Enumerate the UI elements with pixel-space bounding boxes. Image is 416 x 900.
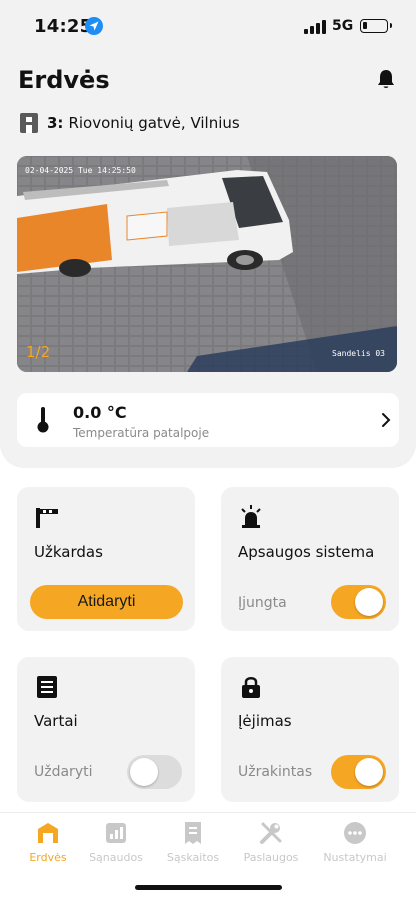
alarm-state: Įjungta: [238, 595, 287, 611]
tab-usage[interactable]: Sąnaudos: [74, 821, 158, 864]
barrier-name: Užkardas: [34, 543, 103, 561]
tab-label: Paslaugos: [243, 851, 299, 864]
thermometer-icon: [37, 407, 49, 433]
alarm-card: Apsaugos sistema Įjungta: [221, 487, 399, 631]
gate-toggle[interactable]: [127, 755, 182, 789]
tab-settings[interactable]: Nustatymai: [313, 821, 397, 864]
camera-timestamp: 02-04-2025 Tue 14:25:50: [25, 166, 136, 175]
tab-label: Sąnaudos: [89, 851, 143, 864]
camera-feed[interactable]: 02-04-2025 Tue 14:25:50 Sandelis 03 1/2: [17, 156, 397, 372]
bar-chart-icon: [106, 823, 126, 843]
tab-label: Erdvės: [29, 851, 67, 864]
page-title: Erdvės: [18, 66, 110, 94]
more-icon: [344, 822, 366, 844]
chevron-right-icon: [382, 413, 391, 427]
tab-label: Sąskaitos: [166, 851, 220, 864]
entry-state: Užrakintas: [238, 764, 313, 780]
site-number: 3:: [47, 114, 64, 132]
open-barrier-button[interactable]: Atidaryti: [30, 585, 183, 619]
gate-card: Vartai Uždaryti: [17, 657, 195, 802]
barrier-icon: [36, 508, 58, 528]
battery-icon: [360, 19, 392, 33]
building-icon: [20, 113, 38, 133]
entry-name: Įėjimas: [238, 712, 292, 730]
location-arrow-icon: [85, 17, 103, 35]
tab-invoices[interactable]: Sąskaitos: [151, 821, 235, 864]
barrier-card: Užkardas Atidaryti: [17, 487, 195, 631]
site-selector[interactable]: 3: Riovonių gatvė, Vilnius: [20, 112, 240, 134]
status-time: 14:25: [34, 16, 93, 37]
tab-label: Nustatymai: [323, 851, 387, 864]
garage-icon: [38, 823, 58, 843]
alarm-toggle[interactable]: [331, 585, 386, 619]
temperature-row[interactable]: 0.0 °C Temperatūra patalpoje: [17, 393, 399, 447]
temperature-value: 0.0 °C: [73, 403, 127, 422]
alarm-name: Apsaugos sistema: [238, 543, 375, 561]
siren-icon: [241, 505, 261, 528]
network-type: 5G: [332, 18, 354, 34]
gate-icon: [37, 676, 57, 698]
tab-services[interactable]: Paslaugos: [229, 821, 313, 864]
home-indicator: [135, 885, 282, 890]
receipt-icon: [185, 822, 201, 844]
camera-image: [17, 156, 397, 372]
cellular-signal-icon: [304, 20, 326, 34]
gate-state: Uždaryti: [34, 764, 93, 780]
lock-icon: [242, 677, 260, 698]
camera-label: Sandelis 03: [332, 349, 385, 358]
tools-icon: [260, 822, 282, 844]
status-bar: 14:25 5G: [0, 0, 416, 50]
camera-pager: 1/2: [26, 343, 51, 361]
gate-name: Vartai: [34, 712, 78, 730]
bell-icon[interactable]: [375, 68, 397, 90]
temperature-label: Temperatūra patalpoje: [73, 426, 210, 440]
entry-toggle[interactable]: [331, 755, 386, 789]
entry-card: Įėjimas Užrakintas: [221, 657, 399, 802]
site-address: Riovonių gatvė, Vilnius: [68, 114, 240, 132]
